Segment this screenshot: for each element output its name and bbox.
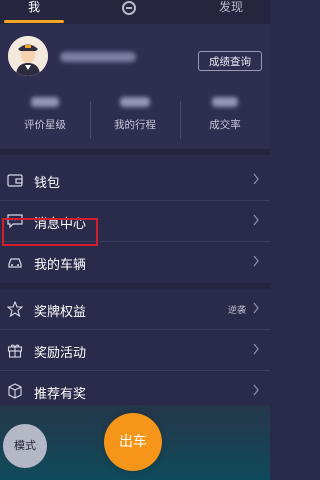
gift-icon xyxy=(7,344,23,358)
menu-item-medal-benefits[interactable]: 奖牌权益 逆袭 xyxy=(0,289,270,330)
wallet-icon xyxy=(7,174,23,187)
chevron-right-icon xyxy=(253,384,259,396)
menu-item-label: 钱包 xyxy=(34,176,61,191)
menu-item-label: 我的车辆 xyxy=(34,258,87,273)
menu-item-my-vehicle[interactable]: 我的车辆 xyxy=(0,242,270,282)
chevron-right-icon xyxy=(253,255,259,267)
stat-value-blurred xyxy=(120,97,150,107)
menu-item-label: 奖牌权益 xyxy=(34,305,87,320)
profile-card: 成绩查询 评价星级 我的行程 成交率 xyxy=(0,24,270,149)
stat-deal-rate[interactable]: 成交率 xyxy=(180,97,270,132)
stat-trips[interactable]: 我的行程 xyxy=(90,97,180,132)
driver-avatar-icon xyxy=(8,36,48,76)
rating-query-button[interactable]: 成绩查询 xyxy=(198,51,262,71)
menu-item-label: 推荐有奖 xyxy=(34,387,87,402)
box-icon xyxy=(8,383,22,399)
top-tab-bar: 我 发现 xyxy=(0,0,270,24)
menu-item-reward-activities[interactable]: 奖励活动 xyxy=(0,330,270,371)
chevron-right-icon xyxy=(253,173,259,185)
mode-button[interactable]: 模式 xyxy=(3,424,47,468)
stat-value-blurred xyxy=(31,97,59,107)
stat-rating[interactable]: 评价星级 xyxy=(0,97,90,132)
stat-label: 成交率 xyxy=(209,119,241,131)
section-gap xyxy=(0,149,270,155)
stat-label: 我的行程 xyxy=(114,119,156,131)
tab-me-underline xyxy=(4,20,64,23)
menu-item-label: 奖励活动 xyxy=(34,346,87,361)
star-icon xyxy=(7,301,23,317)
chevron-right-icon xyxy=(253,343,259,355)
start-driving-button[interactable]: 出车 xyxy=(104,413,162,471)
chevron-right-icon xyxy=(253,302,259,314)
menu-group-2: 奖牌权益 逆袭 奖励活动 推荐有奖 xyxy=(0,289,270,411)
car-icon xyxy=(8,258,22,268)
stat-value-blurred xyxy=(212,97,238,107)
highlight-box xyxy=(2,218,98,246)
home-logo-icon[interactable] xyxy=(121,0,137,16)
medal-level-text: 逆袭 xyxy=(227,306,246,316)
menu-item-wallet[interactable]: 钱包 xyxy=(0,160,270,201)
user-name-blurred xyxy=(60,52,136,62)
avatar[interactable] xyxy=(8,36,48,76)
tab-discover[interactable]: 发现 xyxy=(219,0,243,24)
stat-label: 评价星级 xyxy=(24,119,66,131)
chevron-right-icon xyxy=(253,214,259,226)
